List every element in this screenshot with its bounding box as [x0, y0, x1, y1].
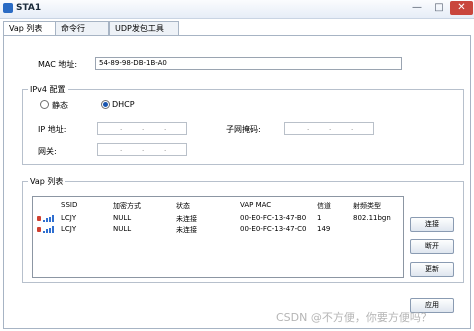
cell-vap-mac: 00-E0-FC-13-47-C0: [240, 225, 307, 233]
ip-dot: .: [142, 145, 145, 153]
col-status: 状态: [176, 202, 190, 210]
app-icon: [3, 3, 13, 13]
ip-label: IP 地址:: [38, 125, 67, 134]
update-button[interactable]: 更新: [410, 262, 454, 277]
connect-button[interactable]: 连接: [410, 217, 454, 232]
title-bar: STA1 — □ ✕: [0, 0, 474, 19]
cell-ssid: LCJY: [61, 214, 77, 222]
ip-dot: .: [307, 124, 310, 132]
static-radio[interactable]: [40, 100, 49, 109]
ip-dot: .: [351, 124, 354, 132]
ip-dot: .: [142, 124, 145, 132]
gateway-field[interactable]: . . .: [97, 143, 187, 156]
watermark: CSDN @不方便，你要方便吗？: [276, 311, 432, 324]
cell-channel: 1: [317, 214, 322, 222]
lock-icon: [37, 216, 41, 221]
vap-list-title: Vap 列表: [28, 176, 66, 187]
cell-ssid: LCJY: [61, 225, 77, 233]
col-vap-mac: VAP MAC: [240, 201, 272, 209]
mac-field[interactable]: 54-89-98-DB-1B-A0: [95, 57, 402, 70]
cell-radio-type: 802.11bgn: [353, 214, 391, 222]
ip-dot: .: [329, 124, 332, 132]
cell-status: 未连接: [176, 215, 197, 223]
mask-label: 子网掩码:: [226, 125, 261, 134]
signal-icon: [37, 215, 57, 222]
maximize-button[interactable]: □: [428, 1, 450, 15]
signal-icon: [37, 226, 57, 233]
dhcp-label: DHCP: [112, 100, 135, 109]
cell-status: 未连接: [176, 226, 197, 234]
vap-table: SSID 加密方式 状态 VAP MAC 信道 射频类型 LCJY NULL 未…: [32, 196, 404, 278]
tab-udp-tool[interactable]: UDP发包工具: [109, 21, 179, 35]
ipv4-config-title: IPv4 配置: [28, 84, 68, 95]
cell-channel: 149: [317, 225, 331, 233]
col-channel: 信道: [317, 202, 331, 210]
close-button[interactable]: ✕: [450, 1, 473, 15]
disconnect-button[interactable]: 断开: [410, 239, 454, 254]
ip-dot: .: [164, 124, 167, 132]
minimize-button[interactable]: —: [406, 1, 428, 15]
tab-command-line[interactable]: 命令行: [55, 21, 109, 35]
ip-address-field[interactable]: . . .: [97, 122, 187, 135]
cell-vap-mac: 00-E0-FC-13-47-B0: [240, 214, 307, 222]
cell-encryption: NULL: [113, 225, 132, 233]
lock-icon: [37, 227, 41, 232]
subnet-mask-field[interactable]: . . .: [284, 122, 374, 135]
cell-encryption: NULL: [113, 214, 132, 222]
col-encryption: 加密方式: [113, 202, 141, 210]
col-radio-type: 射频类型: [353, 202, 381, 210]
window-title: STA1: [16, 3, 42, 13]
dhcp-radio[interactable]: [101, 100, 110, 109]
mac-label: MAC 地址:: [38, 60, 78, 69]
gateway-label: 网关:: [38, 147, 57, 156]
tab-vap-list[interactable]: Vap 列表: [3, 21, 57, 36]
ip-dot: .: [120, 124, 123, 132]
ip-dot: .: [120, 145, 123, 153]
static-label: 静态: [52, 101, 68, 110]
ip-dot: .: [164, 145, 167, 153]
col-ssid: SSID: [61, 201, 78, 209]
